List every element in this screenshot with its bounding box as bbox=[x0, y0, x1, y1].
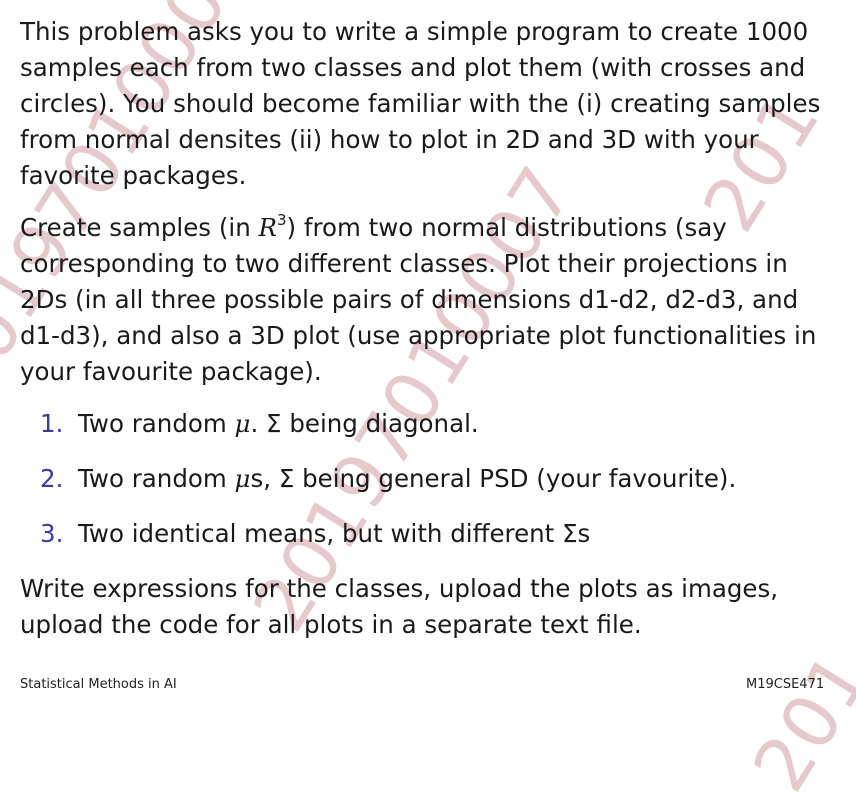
math-exponent: 3 bbox=[276, 210, 287, 229]
task-paragraph: Create samples (in R3) from two normal d… bbox=[20, 210, 817, 386]
list-item: 3. Two identical means, but with differen… bbox=[40, 519, 591, 548]
list-item: 1. Two random μ. Σ being diagonal. bbox=[40, 409, 479, 438]
intro-paragraph: This problem asks you to write a simple … bbox=[20, 17, 821, 190]
footer-course-code: M19CSE471 bbox=[746, 677, 825, 692]
submission-paragraph: Write expressions for the classes, uploa… bbox=[20, 574, 779, 639]
footer-course-title: Statistical Methods in AI bbox=[20, 677, 177, 692]
slide-content: This problem asks you to write a simple … bbox=[20, 14, 838, 659]
watermark: 201 bbox=[737, 638, 856, 806]
enumerated-list: 1. Two random μ. Σ being diagonal. 2. Two … bbox=[20, 406, 838, 552]
math-r: R bbox=[258, 213, 277, 242]
list-item: 2. Two random μs, Σ being general PSD (yo… bbox=[40, 464, 737, 493]
